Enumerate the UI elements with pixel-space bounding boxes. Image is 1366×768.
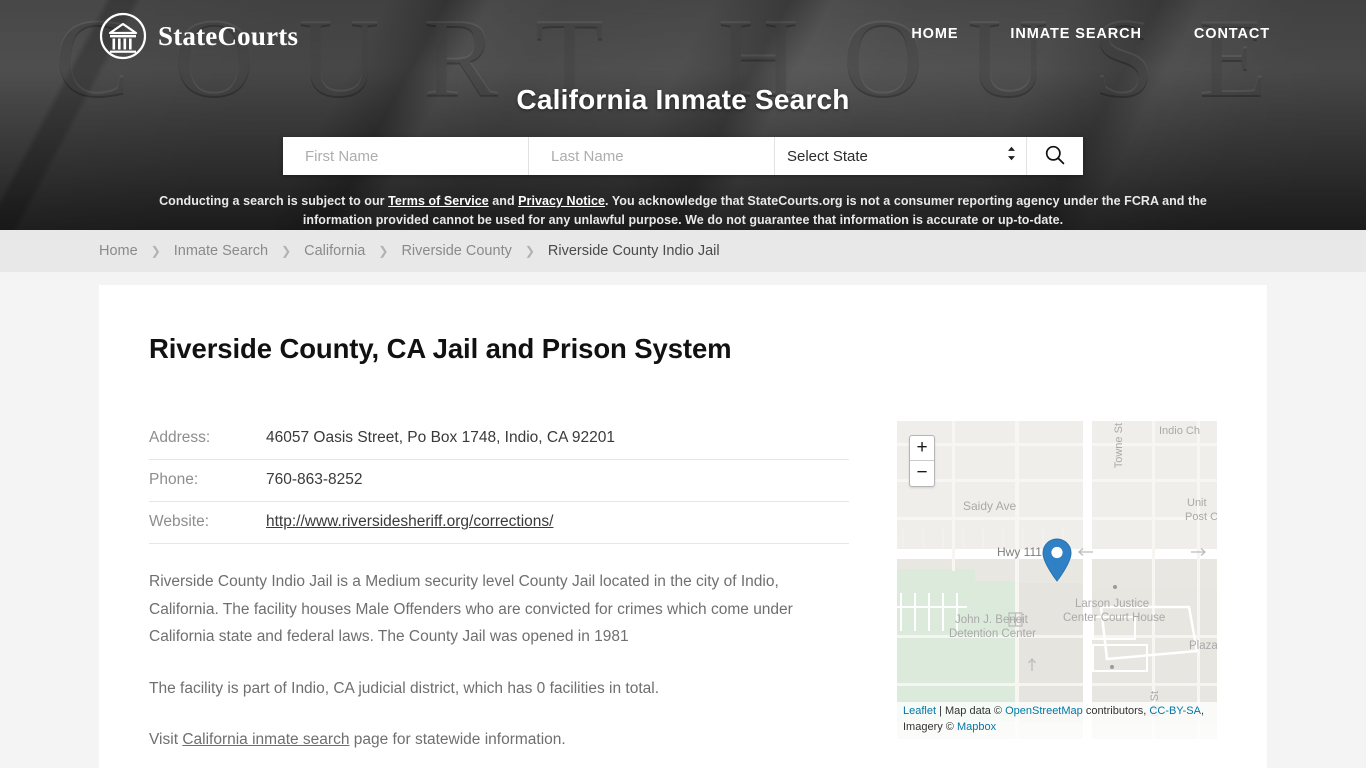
map-zoom-controls[interactable]: + − xyxy=(909,435,935,487)
state-select-wrapper[interactable]: Select State xyxy=(775,137,1027,175)
breadcrumb-item-home[interactable]: Home xyxy=(99,243,138,259)
map-label-john-j-benoit: John J. Benoit xyxy=(955,614,1028,626)
brand-name: StateCourts xyxy=(158,20,299,51)
facility-website-link[interactable]: http://www.riversidesheriff.org/correcti… xyxy=(266,513,553,530)
main-navigation: HOME INMATE SEARCH CONTACT xyxy=(885,20,1270,52)
map-label-saidy-ave: Saidy Ave xyxy=(963,499,1017,513)
state-select[interactable]: Select State xyxy=(775,137,1026,175)
brand-logo[interactable]: StateCourts xyxy=(99,12,298,60)
description-paragraph-3: Visit California inmate search page for … xyxy=(149,726,849,754)
header-topbar: StateCourts HOME INMATE SEARCH CONTACT xyxy=(0,0,1366,60)
table-row: Website: http://www.riversidesheriff.org… xyxy=(149,501,849,544)
breadcrumb-item-inmate-search[interactable]: Inmate Search xyxy=(174,243,268,259)
breadcrumb: Home ❯ Inmate Search ❯ California ❯ Rive… xyxy=(99,243,720,259)
disclaimer-text-part-1: Conducting a search is subject to our xyxy=(159,194,389,208)
map-label-indio-ch: Indio Ch xyxy=(1159,425,1200,437)
first-name-input[interactable] xyxy=(283,137,528,175)
breadcrumb-separator-icon: ❯ xyxy=(281,244,292,258)
map-attribution: Leaflet | Map data © OpenStreetMap contr… xyxy=(897,702,1217,739)
first-name-field[interactable] xyxy=(283,137,529,175)
nav-item-inmate-search[interactable]: INMATE SEARCH xyxy=(984,20,1167,48)
attr-mapdata-text: Map data © xyxy=(945,705,1006,718)
breadcrumb-separator-icon: ❯ xyxy=(378,244,389,258)
breadcrumb-item-riverside-county[interactable]: Riverside County xyxy=(401,243,511,259)
description-paragraph-1: Riverside County Indio Jail is a Medium … xyxy=(149,573,793,646)
map-zoom-in-button[interactable]: + xyxy=(910,436,934,461)
terms-of-service-link[interactable]: Terms of Service xyxy=(388,194,489,208)
attr-contributors-text: contributors, xyxy=(1082,705,1150,718)
table-row: Address: 46057 Oasis Street, Po Box 1748… xyxy=(149,418,849,460)
last-name-field[interactable] xyxy=(529,137,775,175)
openstreetmap-link[interactable]: OpenStreetMap xyxy=(1005,705,1083,717)
privacy-notice-link[interactable]: Privacy Notice xyxy=(518,194,605,208)
breadcrumb-item-california[interactable]: California xyxy=(304,243,365,259)
page-title: Riverside County, CA Jail and Prison Sys… xyxy=(149,333,732,364)
map-label-unit: Unit xyxy=(1187,497,1207,509)
facility-description: Riverside County Indio Jail is a Medium … xyxy=(149,568,849,754)
leaflet-link[interactable]: Leaflet xyxy=(903,705,936,717)
map-zoom-out-button[interactable]: − xyxy=(910,461,934,486)
info-label-address: Address: xyxy=(149,418,266,460)
visit-text-before: Visit xyxy=(149,731,183,749)
mapbox-link[interactable]: Mapbox xyxy=(957,721,996,733)
map-label-towne-st: Towne St xyxy=(1113,423,1125,469)
map-label-larson-justice: Larson Justice xyxy=(1075,598,1150,610)
page-body: Riverside County, CA Jail and Prison Sys… xyxy=(0,272,1366,768)
nav-item-home[interactable]: HOME xyxy=(885,20,984,48)
table-row: Phone: 760-863-8252 xyxy=(149,459,849,502)
courthouse-circle-logo-icon xyxy=(99,12,147,60)
info-label-website: Website: xyxy=(149,501,266,544)
info-value-website: http://www.riversidesheriff.org/correcti… xyxy=(266,501,849,544)
attr-separator: | xyxy=(936,705,946,718)
nav-item-contact[interactable]: CONTACT xyxy=(1168,20,1270,48)
breadcrumb-item-current: Riverside County Indio Jail xyxy=(547,243,720,259)
breadcrumb-bar: Home ❯ Inmate Search ❯ California ❯ Rive… xyxy=(0,230,1366,272)
info-label-phone: Phone: xyxy=(149,459,266,502)
search-disclaimer: Conducting a search is subject to our Te… xyxy=(133,192,1233,230)
hero-title: California Inmate Search xyxy=(516,84,850,115)
info-value-address: 46057 Oasis Street, Po Box 1748, Indio, … xyxy=(266,418,849,460)
disclaimer-text-part-2: and xyxy=(488,194,519,208)
cc-by-sa-link[interactable]: CC-BY-SA xyxy=(1149,705,1201,717)
map-label-hwy-111: Hwy 111 xyxy=(997,545,1042,559)
map-column: + − Indio Ch Towne St Saidy Ave Unit Pos… xyxy=(897,418,1218,768)
inmate-search-form: Select State xyxy=(283,137,1083,175)
description-paragraph-2: The facility is part of Indio, CA judici… xyxy=(149,679,659,697)
california-inmate-search-link[interactable]: California inmate search xyxy=(182,731,349,748)
map-label-detention-center: Detention Center xyxy=(949,628,1036,640)
breadcrumb-separator-icon: ❯ xyxy=(524,244,535,258)
search-submit-button[interactable] xyxy=(1027,137,1083,175)
visit-text-after: page for statewide information. xyxy=(349,731,566,749)
facility-info-table: Address: 46057 Oasis Street, Po Box 1748… xyxy=(149,418,849,544)
last-name-input[interactable] xyxy=(529,137,774,175)
facility-details-column: Address: 46057 Oasis Street, Po Box 1748… xyxy=(149,418,849,768)
content-card: Riverside County, CA Jail and Prison Sys… xyxy=(99,285,1267,768)
site-header: COURT HOUSE StateCourts xyxy=(0,0,1366,230)
facility-location-map[interactable]: + − Indio Ch Towne St Saidy Ave Unit Pos… xyxy=(897,421,1217,739)
map-location-marker-icon[interactable] xyxy=(1042,538,1072,587)
map-label-center-court-house: Center Court House xyxy=(1063,612,1166,624)
map-label-post-office: Post O xyxy=(1185,511,1217,523)
breadcrumb-separator-icon: ❯ xyxy=(150,244,161,258)
search-icon xyxy=(1044,144,1066,169)
info-value-phone: 760-863-8252 xyxy=(266,459,849,502)
map-label-plaza: Plaza xyxy=(1189,640,1217,652)
